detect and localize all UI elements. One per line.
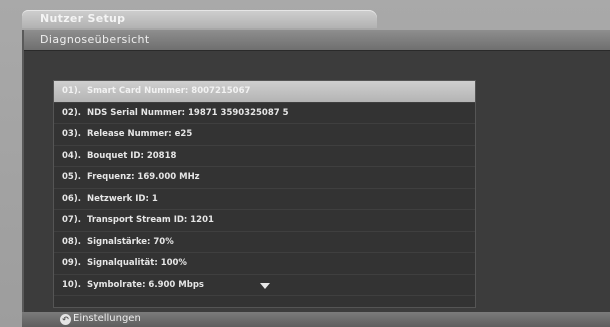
list-item-number: 03). <box>62 129 81 139</box>
window-title-tab: Nutzer Setup <box>22 10 377 28</box>
list-item-label: Signalstärke: 70% <box>86 236 174 247</box>
list-item[interactable]: 04). Bouquet ID: 20818 <box>54 146 475 167</box>
list-item-number: 02). <box>62 107 81 118</box>
list-item-label: Netzwerk ID: 1 <box>86 193 158 204</box>
list-item-label: Smart Card Nummer: 8007215067 <box>86 86 251 96</box>
list-item[interactable]: 03). Release Nummer: e25 <box>54 124 475 146</box>
list-item[interactable]: 02). NDS Serial Nummer: 19871 3590325087 … <box>54 103 475 124</box>
window-title: Nutzer Setup <box>40 12 126 25</box>
list-item-number: 08). <box>62 236 81 247</box>
list-item[interactable]: 08). Signalstärke: 70% <box>54 232 475 253</box>
list-item-label: Symbolrate: 6.900 Mbps <box>86 279 204 290</box>
list-item-number: 07). <box>62 215 81 225</box>
list-item-label: Bouquet ID: 20818 <box>86 150 177 161</box>
list-item[interactable]: 06). Netzwerk ID: 1 <box>54 189 475 210</box>
list-item-label: Signalqualität: 100% <box>86 258 187 268</box>
list-item[interactable]: 05). Frequenz: 169.000 MHz <box>54 167 475 189</box>
list-item-label: NDS Serial Nummer: 19871 3590325087 5 <box>86 107 289 118</box>
list-item-number: 05). <box>62 172 81 182</box>
list-item-label: Frequenz: 169.000 MHz <box>86 172 200 182</box>
back-label[interactable]: Einstellungen <box>73 313 141 324</box>
list-item[interactable]: 07). Transport Stream ID: 1201 <box>54 210 475 232</box>
list-item-label: Release Nummer: e25 <box>86 129 193 139</box>
list-item-number: 01). <box>62 86 81 96</box>
back-arrow-icon[interactable]: ↶ <box>60 314 71 325</box>
list-item-number: 04). <box>62 150 81 161</box>
list-item-number: 09). <box>62 258 81 268</box>
list-item[interactable]: 01). Smart Card Nummer: 8007215067 <box>54 81 475 103</box>
list-item-number: 10). <box>62 279 81 290</box>
footer-bar: ↶ Einstellungen <box>22 312 610 327</box>
list-item-number: 06). <box>62 193 81 204</box>
list-item-label: Transport Stream ID: 1201 <box>86 215 214 225</box>
diagnostics-list: 01). Smart Card Nummer: 8007215067 02). NDS… <box>53 80 476 308</box>
scroll-down-icon[interactable] <box>260 283 270 289</box>
list-item[interactable]: 09). Signalqualität: 100% <box>54 253 475 275</box>
screen: Nutzer Setup Diagnoseübersicht 01). Smart… <box>0 0 610 327</box>
section-title: Diagnoseübersicht <box>40 33 150 46</box>
section-header: Diagnoseübersicht <box>24 30 610 51</box>
